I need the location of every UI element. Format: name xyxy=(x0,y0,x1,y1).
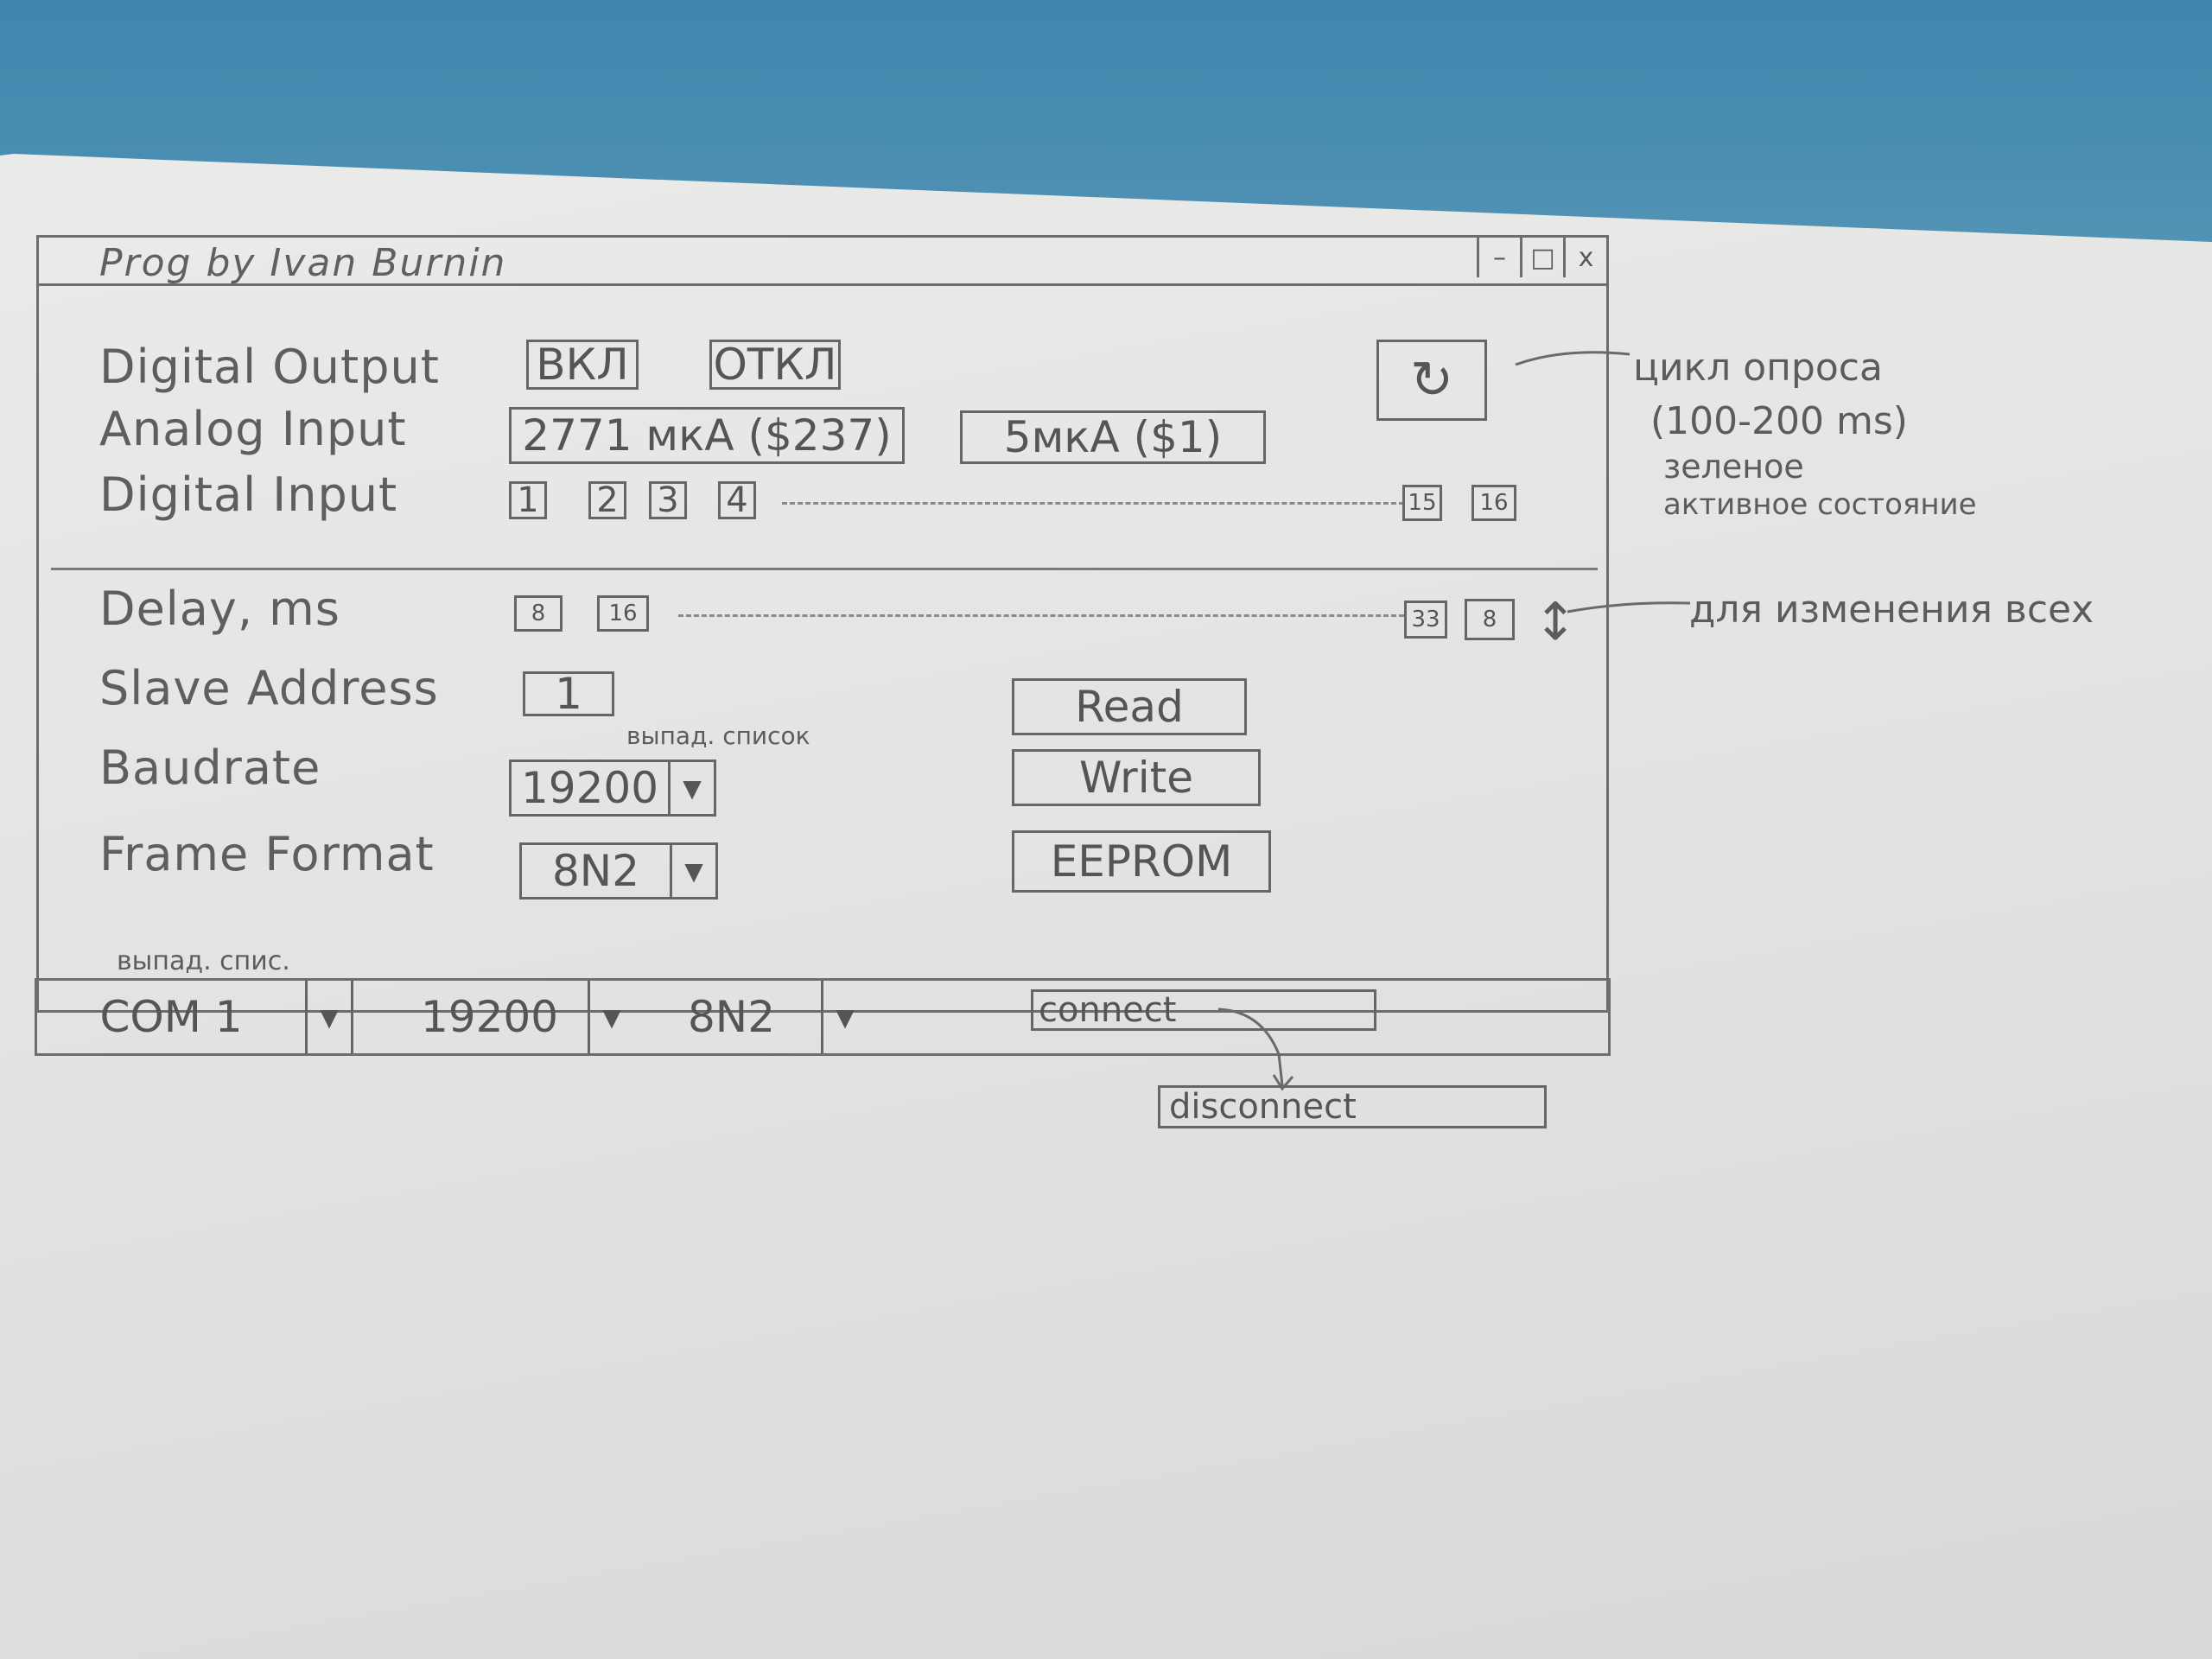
close-button[interactable]: x xyxy=(1563,238,1606,277)
slave-address-input[interactable]: 1 xyxy=(523,669,614,719)
read-button[interactable]: Read xyxy=(1012,678,1247,735)
digital-input-2: 2 xyxy=(588,480,626,520)
refresh-poll-icon[interactable]: ↻ xyxy=(1376,340,1487,421)
frame-format-select[interactable]: 8N2 ▼ xyxy=(519,842,718,899)
analog-input-field-2: 5мкА ($1) xyxy=(960,410,1266,464)
state-transition-arrow xyxy=(1217,1007,1294,1091)
port-value: COM 1 xyxy=(99,992,243,1042)
baudrate-label: Baudrate xyxy=(99,741,321,795)
digital-output-label: Digital Output xyxy=(99,340,440,394)
digital-input-3: 3 xyxy=(649,480,687,520)
digital-output-on-button[interactable]: ВКЛ xyxy=(526,340,639,390)
chevron-down-icon[interactable]: ▼ xyxy=(305,981,351,1053)
digital-input-ellipsis xyxy=(782,502,1404,505)
digital-input-1: 1 xyxy=(509,480,547,520)
title-bar: Prog by Ivan Burnin – □ x xyxy=(39,238,1606,286)
eeprom-button[interactable]: EEPROM xyxy=(1012,830,1271,893)
statusbar-dropdown-note: выпад. спис. xyxy=(117,946,290,976)
minimize-button[interactable]: – xyxy=(1477,238,1520,277)
delay-annotation-pointer xyxy=(1567,601,1691,613)
digital-input-16: 16 xyxy=(1471,485,1516,521)
slave-address-label: Slave Address xyxy=(99,661,439,715)
section-divider xyxy=(51,568,1598,570)
port-select[interactable]: COM 1 ▼ xyxy=(37,981,353,1053)
statusbar-format-value: 8N2 xyxy=(687,992,776,1042)
delay-input-15[interactable]: 33 xyxy=(1404,601,1447,639)
chevron-down-icon[interactable]: ▼ xyxy=(668,762,714,814)
frame-format-label: Frame Format xyxy=(99,827,435,881)
digital-input-4: 4 xyxy=(718,480,756,520)
status-bar: COM 1 ▼ 19200 ▼ 8N2 ▼ connect xyxy=(35,978,1611,1056)
delay-label: Delay, ms xyxy=(99,582,340,636)
poll-note-line-3: зеленое xyxy=(1663,448,1804,486)
delay-input-1[interactable]: 8 xyxy=(514,595,563,632)
statusbar-baud-value: 19200 xyxy=(420,992,559,1042)
statusbar-format-select[interactable]: 8N2 ▼ xyxy=(642,981,867,1053)
poll-note-line-1: цикл опроса xyxy=(1633,346,1883,390)
baudrate-select[interactable]: 19200 ▼ xyxy=(509,760,716,817)
frame-format-value: 8N2 xyxy=(551,846,640,896)
window-title: Prog by Ivan Burnin xyxy=(99,241,507,285)
analog-input-field-1: 2771 мкА ($237) xyxy=(509,407,905,464)
digital-output-off-button[interactable]: ОТКЛ xyxy=(709,340,841,390)
baudrate-value: 19200 xyxy=(520,763,659,813)
delay-note: для изменения всех xyxy=(1689,588,2094,632)
poll-annotation-pointer xyxy=(1515,351,1630,366)
disconnect-button[interactable]: disconnect xyxy=(1158,1085,1547,1128)
statusbar-baud-select[interactable]: 19200 ▼ xyxy=(391,981,633,1053)
delay-input-16[interactable]: 8 xyxy=(1465,599,1515,640)
baudrate-dropdown-note: выпад. список xyxy=(626,721,810,750)
write-button[interactable]: Write xyxy=(1012,749,1261,806)
digital-input-label: Digital Input xyxy=(99,467,398,522)
chevron-down-icon[interactable]: ▼ xyxy=(670,845,715,897)
app-window: Prog by Ivan Burnin – □ x Digital Output… xyxy=(36,235,1609,1013)
poll-note-line-4: активное состояние xyxy=(1663,487,1977,522)
analog-input-label: Analog Input xyxy=(99,402,407,456)
delay-input-2[interactable]: 16 xyxy=(597,595,649,632)
digital-input-15: 15 xyxy=(1402,485,1442,521)
chevron-down-icon[interactable]: ▼ xyxy=(821,981,867,1053)
poll-note-line-2: (100-200 ms) xyxy=(1650,399,1908,443)
chevron-down-icon[interactable]: ▼ xyxy=(588,981,633,1053)
maximize-button[interactable]: □ xyxy=(1520,238,1563,277)
window-controls: – □ x xyxy=(1477,238,1606,279)
delay-ellipsis xyxy=(678,614,1404,617)
